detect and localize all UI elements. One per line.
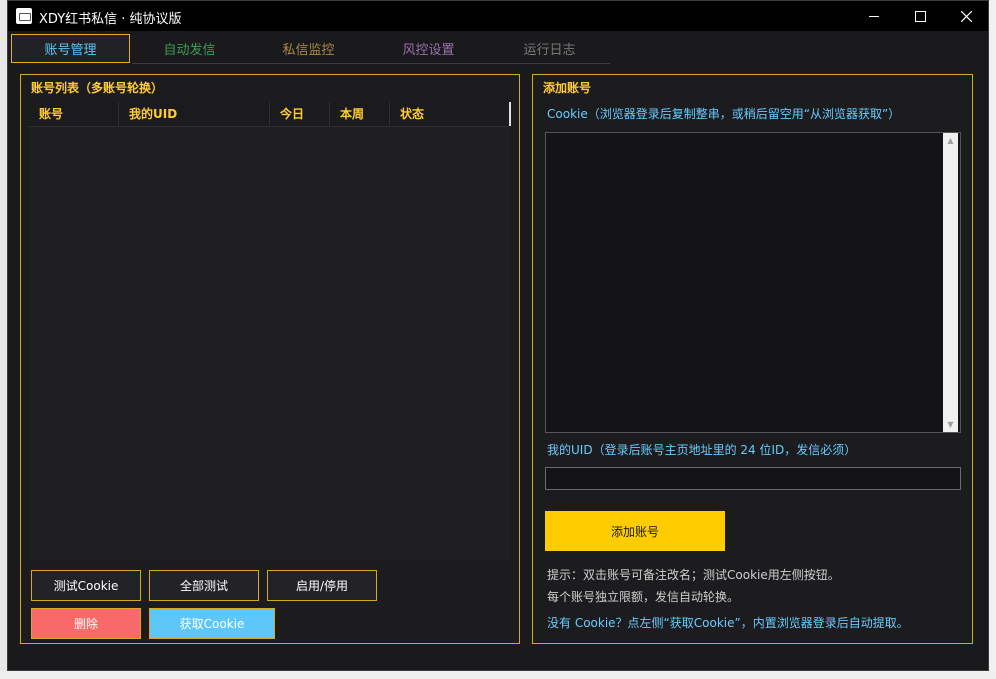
app-icon: [16, 8, 32, 24]
get-cookie-button[interactable]: 获取Cookie: [149, 608, 275, 639]
minimize-button[interactable]: [851, 1, 897, 31]
tab-label: 风控设置: [402, 43, 455, 58]
cookie-label: Cookie（浏览器登录后复制整串，或稍后留空用“从浏览器获取”）: [547, 107, 901, 121]
tab-divider: [132, 63, 610, 64]
account-list-panel: 账号列表（多账号轮换） 账号 我的UID 今日 本周 状态 测试Cookie 全…: [20, 74, 520, 644]
tab-label: 自动发信: [163, 43, 216, 58]
add-account-title: 添加账号: [543, 81, 592, 95]
title-bar[interactable]: XDY红书私信 · 纯协议版: [8, 1, 988, 31]
tab-dm-monitor[interactable]: 私信监控: [249, 34, 368, 63]
column-header-uid[interactable]: 我的UID: [119, 102, 270, 126]
tab-label: 私信监控: [282, 43, 335, 58]
column-header-week[interactable]: 本周: [330, 102, 390, 126]
hint-line-1: 提示：双击账号可备注改名；测试Cookie用左侧按钮。: [547, 568, 840, 582]
column-header-today[interactable]: 今日: [270, 102, 330, 126]
cookie-textarea[interactable]: [545, 132, 961, 433]
add-account-button[interactable]: 添加账号: [545, 511, 725, 551]
scroll-down-icon[interactable]: ▼: [943, 417, 958, 432]
test-all-button[interactable]: 全部测试: [149, 570, 259, 601]
close-icon: [960, 10, 972, 22]
tab-auto-send[interactable]: 自动发信: [130, 34, 249, 63]
account-list-title: 账号列表（多账号轮换）: [31, 81, 164, 95]
tab-label: 账号管理: [44, 43, 97, 58]
maximize-button[interactable]: [897, 1, 943, 31]
account-table[interactable]: 账号 我的UID 今日 本周 状态: [29, 102, 511, 560]
tab-account-management[interactable]: 账号管理: [11, 34, 130, 63]
desktop-background-bottom: [0, 671, 996, 679]
test-cookie-button[interactable]: 测试Cookie: [31, 570, 141, 601]
table-header: 账号 我的UID 今日 本周 状态: [29, 102, 509, 127]
enable-disable-button[interactable]: 启用/停用: [267, 570, 377, 601]
delete-button[interactable]: 删除: [31, 608, 141, 639]
table-scroll-edge: [509, 102, 511, 126]
app-window: XDY红书私信 · 纯协议版 账号管理 自动发信 私信监控 风控设置 运行日志 …: [7, 0, 989, 671]
hint-line-2: 每个账号独立限额，发信自动轮换。: [547, 590, 740, 604]
close-button[interactable]: [943, 1, 989, 31]
column-header-status[interactable]: 状态: [390, 102, 509, 126]
uid-label: 我的UID（登录后账号主页地址里的 24 位ID，发信必须）: [547, 443, 857, 457]
cookie-scrollbar[interactable]: ▲ ▼: [943, 133, 958, 432]
tab-label: 运行日志: [523, 43, 576, 58]
tab-bar: 账号管理 自动发信 私信监控 风控设置 运行日志: [8, 31, 988, 65]
add-account-panel: 添加账号 Cookie（浏览器登录后复制整串，或稍后留空用“从浏览器获取”） ▲…: [532, 74, 973, 644]
scroll-up-icon[interactable]: ▲: [943, 133, 958, 148]
hint-line-3: 没有 Cookie？点左侧“获取Cookie”，内置浏览器登录后自动提取。: [547, 616, 909, 630]
window-title: XDY红书私信 · 纯协议版: [39, 12, 182, 27]
tab-risk-settings[interactable]: 风控设置: [369, 34, 488, 63]
uid-input[interactable]: [545, 467, 961, 490]
tab-run-log[interactable]: 运行日志: [490, 34, 609, 63]
column-header-account[interactable]: 账号: [29, 102, 119, 126]
